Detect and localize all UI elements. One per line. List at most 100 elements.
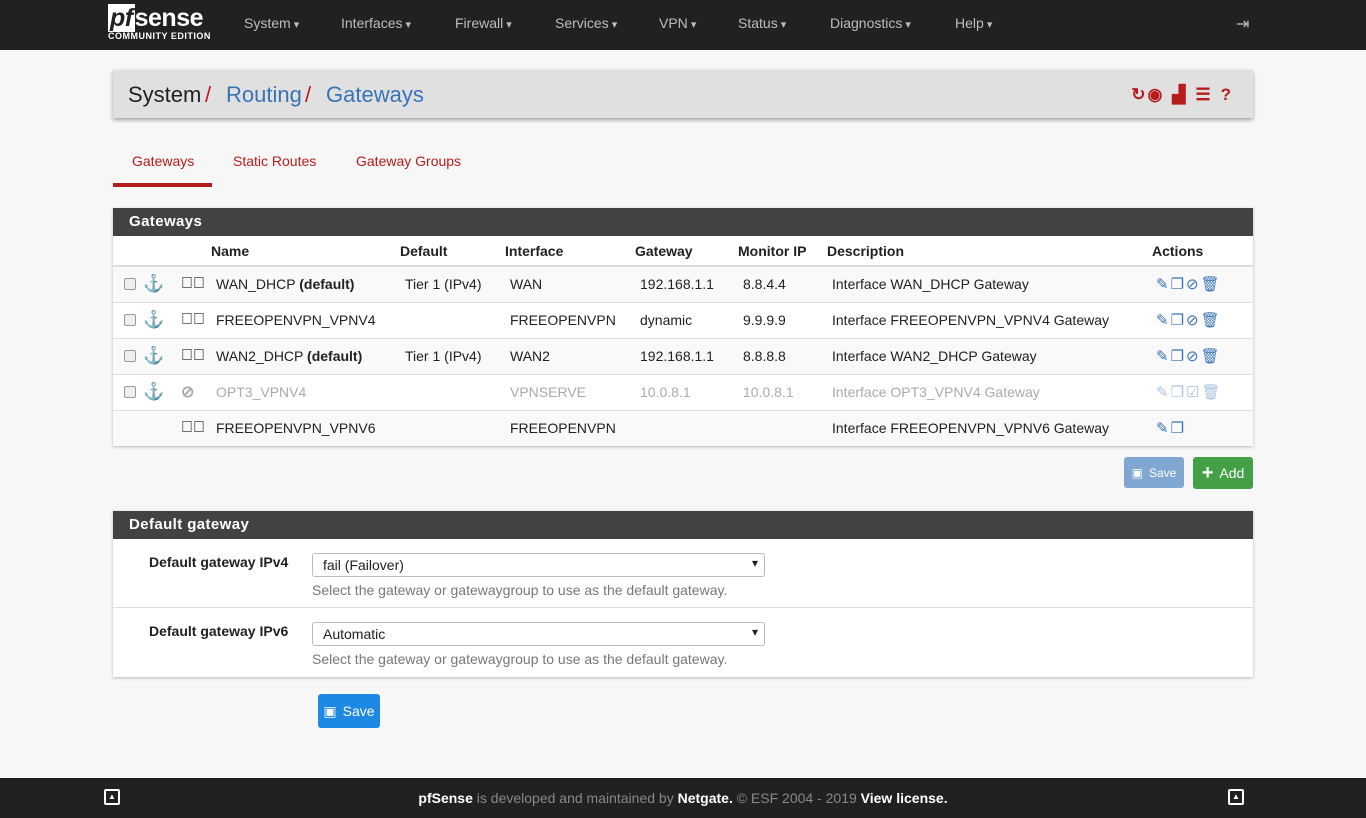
breadcrumb-gateways[interactable]: Gateways bbox=[326, 82, 424, 108]
copy-icon[interactable]: ❐ bbox=[1171, 420, 1186, 437]
reload-icon[interactable]: ↻ bbox=[1131, 85, 1145, 105]
disabled-icon: ⊘ bbox=[181, 384, 195, 401]
row-checkbox[interactable] bbox=[124, 314, 136, 326]
edit-icon[interactable]: ✎ bbox=[1156, 420, 1171, 437]
enable-icon[interactable]: ☑ bbox=[1186, 384, 1201, 401]
anchor-icon[interactable]: ⚓ bbox=[143, 310, 164, 329]
menu-help[interactable]: Help bbox=[955, 15, 992, 31]
disable-icon[interactable]: ⊘ bbox=[1186, 312, 1201, 329]
log-table-icon[interactable]: ☰ bbox=[1195, 85, 1210, 105]
description: Interface WAN_DHCP Gateway bbox=[827, 265, 1152, 302]
breadcrumb-routing[interactable]: Routing bbox=[226, 82, 302, 108]
interface: FREEOPENVPN bbox=[505, 301, 635, 338]
copy-icon[interactable]: ❐ bbox=[1171, 384, 1186, 401]
gateway-ip: 10.0.8.1 bbox=[635, 373, 738, 410]
check-circle-icon: ✓⃝ bbox=[181, 347, 205, 364]
delete-icon[interactable]: 🗑︎ bbox=[1201, 348, 1222, 365]
col-monitor-ip[interactable]: Monitor IP bbox=[738, 236, 827, 267]
table-row: ✓⃝ FREEOPENVPN_VPNV6 FREEOPENVPN Interface… bbox=[113, 409, 1253, 446]
gateway-ip: 192.168.1.1 bbox=[635, 265, 738, 302]
table-row: ⚓ ✓⃝ WAN2_DHCP (default) Tier 1 (IPv4) WAN2 1… bbox=[113, 337, 1253, 374]
active-tab-indicator bbox=[113, 183, 212, 187]
copy-icon[interactable]: ❐ bbox=[1171, 276, 1186, 293]
pfsense-logo[interactable]: pfsense COMMUNITY EDITION bbox=[108, 4, 211, 41]
footer-text: pfSense is developed and maintained by N… bbox=[0, 790, 1366, 806]
panel-title: Gateways bbox=[113, 208, 1253, 236]
gateway-name: WAN_DHCP bbox=[216, 276, 296, 293]
view-license-link[interactable]: View license. bbox=[861, 790, 948, 806]
disable-icon[interactable]: ⊘ bbox=[1186, 348, 1201, 365]
tab-bar: Gateways Static Routes Gateway Groups bbox=[113, 140, 613, 187]
gateways-panel: Gateways Name Default Interface Gateway … bbox=[113, 208, 1253, 446]
gateways-table: Name Default Interface Gateway Monitor I… bbox=[113, 236, 1253, 446]
save-icon: ▣ bbox=[1131, 465, 1143, 480]
tab-static-routes[interactable]: Static Routes bbox=[233, 153, 316, 169]
menu-firewall[interactable]: Firewall bbox=[455, 15, 512, 31]
delete-icon[interactable]: 🗑︎ bbox=[1201, 312, 1222, 329]
anchor-icon[interactable]: ⚓ bbox=[143, 274, 164, 293]
edit-icon[interactable]: ✎ bbox=[1156, 276, 1171, 293]
menu-status[interactable]: Status bbox=[738, 15, 786, 31]
check-circle-icon: ✓⃝ bbox=[181, 275, 205, 293]
col-gateway[interactable]: Gateway bbox=[635, 236, 738, 267]
menu-services[interactable]: Services bbox=[555, 15, 617, 31]
table-row: ⚓ ✓⃝ WAN_DHCP (default) Tier 1 (IPv4) WAN 192… bbox=[113, 265, 1253, 302]
breadcrumb-separator: / bbox=[205, 82, 212, 107]
monitor-ip: 9.9.9.9 bbox=[738, 301, 827, 338]
interface: VPNSERVE bbox=[505, 373, 635, 410]
row-checkbox[interactable] bbox=[124, 386, 136, 398]
disable-icon[interactable]: ⊘ bbox=[1186, 276, 1201, 293]
stop-circle-icon[interactable]: ◉ bbox=[1147, 85, 1162, 105]
delete-icon[interactable]: 🗑︎ bbox=[1201, 276, 1222, 293]
edit-icon[interactable]: ✎ bbox=[1156, 384, 1171, 401]
gateway-name: FREEOPENVPN_VPNV4 bbox=[216, 312, 376, 328]
interface: FREEOPENVPN bbox=[505, 409, 635, 446]
edit-icon[interactable]: ✎ bbox=[1156, 312, 1171, 329]
brand: pfSense bbox=[418, 790, 473, 806]
menu-system[interactable]: System bbox=[244, 15, 299, 31]
col-default[interactable]: Default bbox=[400, 236, 505, 267]
monitor-ip: 8.8.8.8 bbox=[738, 337, 827, 374]
default-tag: (default) bbox=[299, 276, 355, 293]
col-interface[interactable]: Interface bbox=[505, 236, 635, 267]
menu-interfaces[interactable]: Interfaces bbox=[341, 15, 411, 31]
row-checkbox[interactable] bbox=[124, 278, 136, 291]
monitor-ip: 8.8.4.4 bbox=[738, 265, 827, 302]
description: Interface FREEOPENVPN_VPNV4 Gateway bbox=[827, 301, 1152, 338]
row-checkbox[interactable] bbox=[124, 350, 136, 362]
netgate-link[interactable]: Netgate. bbox=[678, 790, 733, 806]
copy-icon[interactable]: ❐ bbox=[1171, 312, 1186, 329]
help-icon[interactable]: ? bbox=[1221, 85, 1231, 105]
help-text: Select the gateway or gatewaygroup to us… bbox=[312, 582, 728, 598]
anchor-icon[interactable]: ⚓ bbox=[143, 346, 164, 365]
bar-chart-icon[interactable]: ▟ bbox=[1172, 85, 1185, 105]
delete-icon[interactable]: 🗑︎ bbox=[1201, 384, 1222, 401]
top-navbar: pfsense COMMUNITY EDITION System Interfa… bbox=[0, 0, 1366, 50]
anchor-icon[interactable]: ⚓ bbox=[143, 382, 164, 401]
interface: WAN bbox=[505, 265, 635, 302]
default-tier bbox=[400, 301, 505, 338]
save-gateways-button[interactable]: ▣ Save bbox=[1124, 457, 1184, 488]
tab-gateways[interactable]: Gateways bbox=[132, 153, 194, 169]
add-gateway-button[interactable]: + Add bbox=[1193, 457, 1253, 489]
col-description[interactable]: Description bbox=[827, 236, 1152, 267]
tab-gateway-groups[interactable]: Gateway Groups bbox=[356, 153, 461, 169]
scroll-top-icon[interactable]: ▲ bbox=[1228, 789, 1244, 805]
description: Interface WAN2_DHCP Gateway bbox=[827, 337, 1152, 374]
breadcrumb-system: System bbox=[128, 82, 202, 107]
edit-icon[interactable]: ✎ bbox=[1156, 348, 1171, 365]
description: Interface FREEOPENVPN_VPNV6 Gateway bbox=[827, 409, 1152, 446]
menu-vpn[interactable]: VPN bbox=[659, 15, 696, 31]
check-circle-icon: ✓⃝ bbox=[181, 311, 205, 328]
copy-icon[interactable]: ❐ bbox=[1171, 348, 1186, 365]
ipv6-gateway-select[interactable]: Automatic bbox=[312, 622, 765, 646]
col-name[interactable]: Name bbox=[211, 236, 400, 267]
help-text: Select the gateway or gatewaygroup to us… bbox=[312, 651, 728, 667]
ipv4-gateway-select[interactable]: fail (Failover) bbox=[312, 553, 765, 577]
footer: ▲ pfSense is developed and maintained by… bbox=[0, 778, 1366, 818]
logout-icon[interactable]: ⇥ bbox=[1236, 14, 1249, 34]
ipv4-label: Default gateway IPv4 bbox=[149, 554, 289, 570]
menu-diagnostics[interactable]: Diagnostics bbox=[830, 15, 911, 31]
breadcrumb-separator: / bbox=[305, 82, 312, 107]
save-button[interactable]: ▣ Save bbox=[318, 694, 380, 728]
